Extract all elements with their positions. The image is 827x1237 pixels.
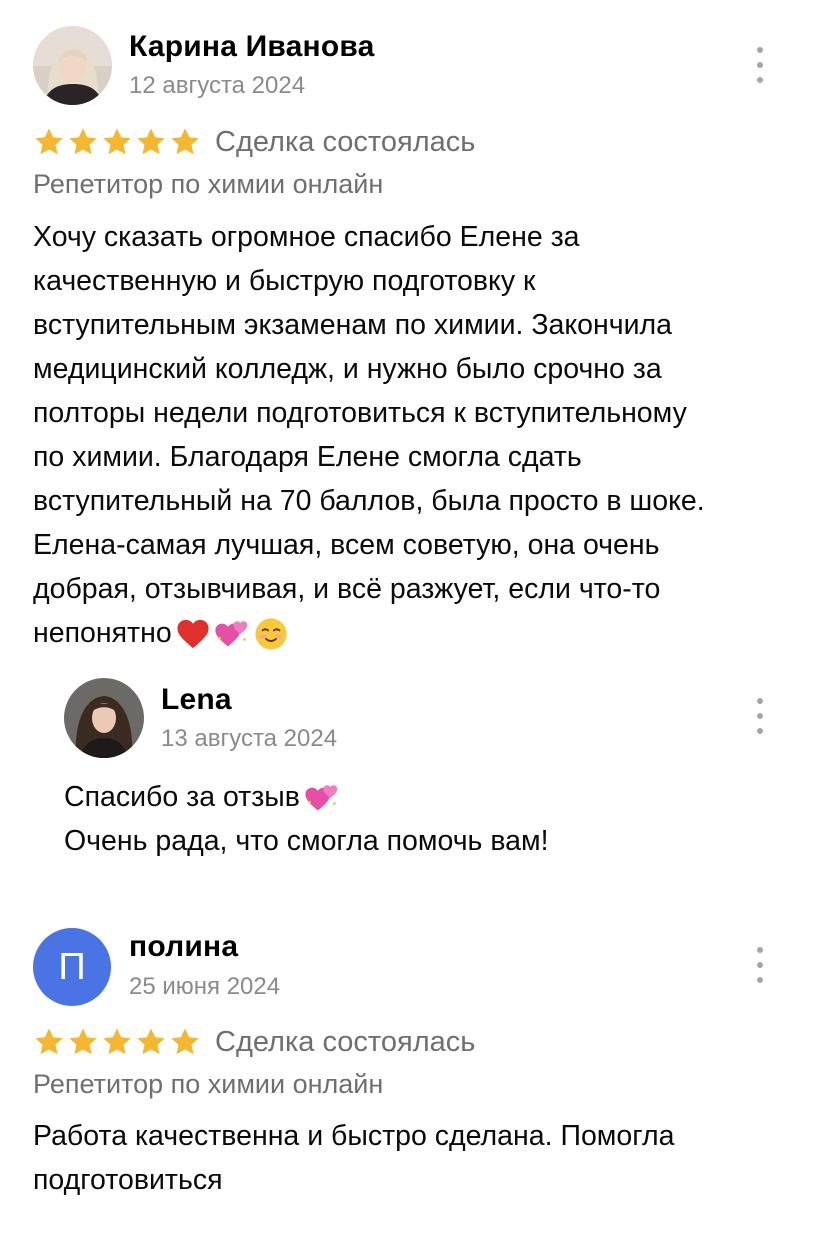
deal-status: Сделка состоялась — [215, 125, 476, 158]
review-text: Работа качественна и быстро сделана. Пом… — [33, 1114, 675, 1202]
star-icon — [169, 126, 201, 158]
review-text: Хочу сказать огромное спасибо Елене за к… — [33, 215, 705, 655]
star-icon — [33, 126, 65, 158]
star-icon — [135, 126, 167, 158]
author-name[interactable]: полина — [129, 930, 238, 964]
more-options-icon[interactable] — [752, 698, 768, 734]
star-icon — [33, 1026, 65, 1058]
more-options-icon[interactable] — [752, 947, 768, 983]
star-icon — [135, 1026, 167, 1058]
review-text-line: Елена-самая лучшая, всем советую, она оч… — [33, 529, 660, 561]
red-heart-icon — [176, 618, 210, 650]
reply-text: Спасибо за отзыв Очень рада, что смогла … — [64, 775, 549, 863]
reply-date: 13 августа 2024 — [161, 725, 338, 752]
review-date: 12 августа 2024 — [129, 72, 306, 99]
review-text-line: добрая, отзывчивая, и всё разжует, если … — [33, 573, 661, 605]
review-text-line: вступительный на 70 баллов, была просто … — [33, 485, 705, 517]
author-name[interactable]: Карина Иванова — [129, 30, 375, 64]
star-rating — [33, 126, 201, 158]
reply-text-line: Очень рада, что смогла помочь вам! — [64, 825, 549, 857]
review-text-line: подготовиться — [33, 1164, 223, 1196]
review-text-line: непонятно — [33, 617, 172, 649]
service-category: Репетитор по химии онлайн — [33, 169, 384, 199]
smiling-face-icon — [254, 617, 288, 651]
deal-status: Сделка состоялась — [215, 1025, 476, 1058]
star-icon — [101, 1026, 133, 1058]
reply-text-line: Спасибо за отзыв — [64, 781, 300, 813]
avatar[interactable] — [33, 26, 112, 105]
more-options-icon[interactable] — [752, 47, 768, 83]
reply-author-name[interactable]: Lena — [161, 683, 232, 717]
review-text-line: полторы недели подготовиться к вступител… — [33, 397, 687, 429]
review-text-line: по химии. Благодаря Елене смогла сдать — [33, 441, 582, 473]
review-text-line: Работа качественна и быстро сделана. Пом… — [33, 1120, 675, 1152]
star-icon — [67, 1026, 99, 1058]
avatar[interactable]: П — [33, 928, 111, 1006]
two-hearts-icon — [304, 782, 340, 814]
rating-row: Сделка состоялась — [33, 122, 475, 162]
review-text-line: Хочу сказать огромное спасибо Елене за — [33, 221, 580, 253]
service-category: Репетитор по химии онлайн — [33, 1069, 384, 1099]
review-date: 25 июня 2024 — [129, 973, 281, 1000]
star-icon — [67, 126, 99, 158]
star-rating — [33, 1026, 201, 1058]
star-icon — [169, 1026, 201, 1058]
reply-text-first-line: Спасибо за отзыв — [64, 775, 549, 819]
review-text-last-line: непонятно — [33, 611, 705, 655]
review-text-line: вступительным экзаменам по химии. Законч… — [33, 309, 673, 341]
avatar[interactable] — [64, 678, 144, 758]
review-text-line: медицинский колледж, и нужно было срочно… — [33, 353, 662, 385]
star-icon — [101, 126, 133, 158]
review-text-line: качественную и быструю подготовку к — [33, 265, 536, 297]
two-hearts-icon — [214, 618, 250, 650]
rating-row: Сделка состоялась — [33, 1022, 475, 1062]
